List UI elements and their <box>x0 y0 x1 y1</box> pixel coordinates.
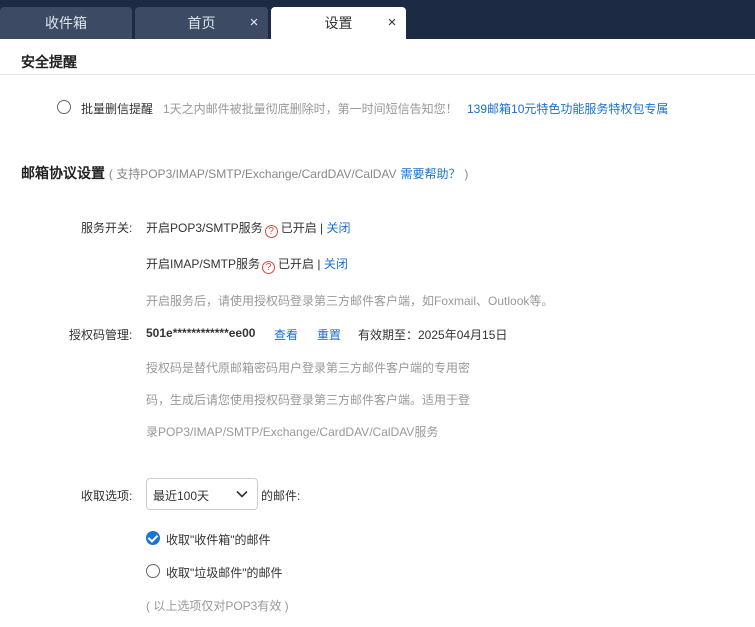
imap-status: 已开启 | <box>278 257 321 271</box>
auth-note-line-3: 录POP3/IMAP/SMTP/Exchange/CardDAV/CalDAV服… <box>146 425 439 439</box>
tab-home-label: 首页 <box>187 15 216 31</box>
receive-range-select[interactable]: 最近100天 <box>146 478 258 510</box>
pop3-label: 开启POP3/SMTP服务 <box>146 221 263 235</box>
pop3-status: 已开启 | <box>280 221 324 235</box>
auth-note-line-2: 码，生成后请您使用授权码登录第三方邮件客户端。适用于登 <box>146 393 471 407</box>
tab-settings-label: 设置 <box>324 15 353 31</box>
imap-label: 开启IMAP/SMTP服务 <box>146 257 261 271</box>
pop3-close-link[interactable]: 关闭 <box>326 221 350 235</box>
junk-option-radio[interactable] <box>146 564 160 578</box>
service-label: 服务开关: <box>81 221 133 235</box>
inbox-option-radio[interactable] <box>146 531 160 545</box>
batch-delete-alert-radio[interactable] <box>57 100 71 114</box>
batch-delete-alert-desc: 1天之内邮件被批量彻底删除时，第一时间短信告知您！ <box>163 102 458 116</box>
receive-range-value: 最近100天 <box>153 489 210 503</box>
question-circle-icon[interactable]: ? <box>262 261 276 274</box>
auth-code-label: 授权码管理: <box>69 328 133 342</box>
auth-code-value: 501e************ee00 <box>146 326 256 340</box>
promo-link[interactable]: 139邮箱10元特色功能服务特权包专属 <box>467 100 668 117</box>
inbox-option-label: 收取"收件箱"的邮件 <box>166 533 271 547</box>
junk-option-label: 收取"垃圾邮件"的邮件 <box>166 566 283 580</box>
receive-suffix: 的邮件: <box>261 489 301 503</box>
tab-inbox[interactable]: 收件箱 <box>0 7 132 39</box>
auth-note-line-1: 授权码是替代原邮箱密码用户登录第三方邮件客户端的专用密 <box>146 361 471 375</box>
service-note: 开启服务后，请使用授权码登录第三方邮件客户端，如Foxmail、Outlook等… <box>146 294 554 308</box>
security-section-title: 安全提醒 <box>21 54 77 70</box>
batch-delete-alert-label: 批量删信提醒 <box>81 102 154 116</box>
help-link[interactable]: 需要帮助？ <box>400 167 460 181</box>
tab-inbox-label: 收件箱 <box>45 15 87 31</box>
receive-options-label: 收取选项: <box>81 489 133 503</box>
chevron-down-icon <box>236 490 248 498</box>
close-icon[interactable]: × <box>384 15 400 31</box>
tab-bar: 收件箱 首页 × 设置 × <box>0 0 755 39</box>
tab-home[interactable]: 首页 × <box>135 7 268 39</box>
protocol-title: 邮箱协议设置 <box>21 165 105 181</box>
reset-auth-code-link[interactable]: 重置 <box>317 326 341 343</box>
receive-note: ( 以上选项仅对POP3有效 ) <box>146 599 289 613</box>
imap-close-link[interactable]: 关闭 <box>324 257 348 271</box>
protocol-subtitle: ( 支持POP3/IMAP/SMTP/Exchange/CardDAV/CalD… <box>108 167 397 181</box>
imap-row: 开启IMAP/SMTP服务? 已开启 | 关闭 <box>146 255 348 274</box>
tab-settings[interactable]: 设置 × <box>271 7 406 39</box>
close-icon[interactable]: × <box>246 15 262 31</box>
protocol-subtitle-end: ) <box>464 167 469 181</box>
pop3-row: 开启POP3/SMTP服务? 已开启 | 关闭 <box>146 219 351 238</box>
divider <box>0 74 755 75</box>
protocol-section-title: 邮箱协议设置 ( 支持POP3/IMAP/SMTP/Exchange/CardD… <box>21 163 468 183</box>
question-circle-icon[interactable]: ? <box>264 225 278 238</box>
auth-code-expiry: 有效期至：2025年04月15日 <box>358 328 508 342</box>
view-auth-code-link[interactable]: 查看 <box>274 326 298 343</box>
